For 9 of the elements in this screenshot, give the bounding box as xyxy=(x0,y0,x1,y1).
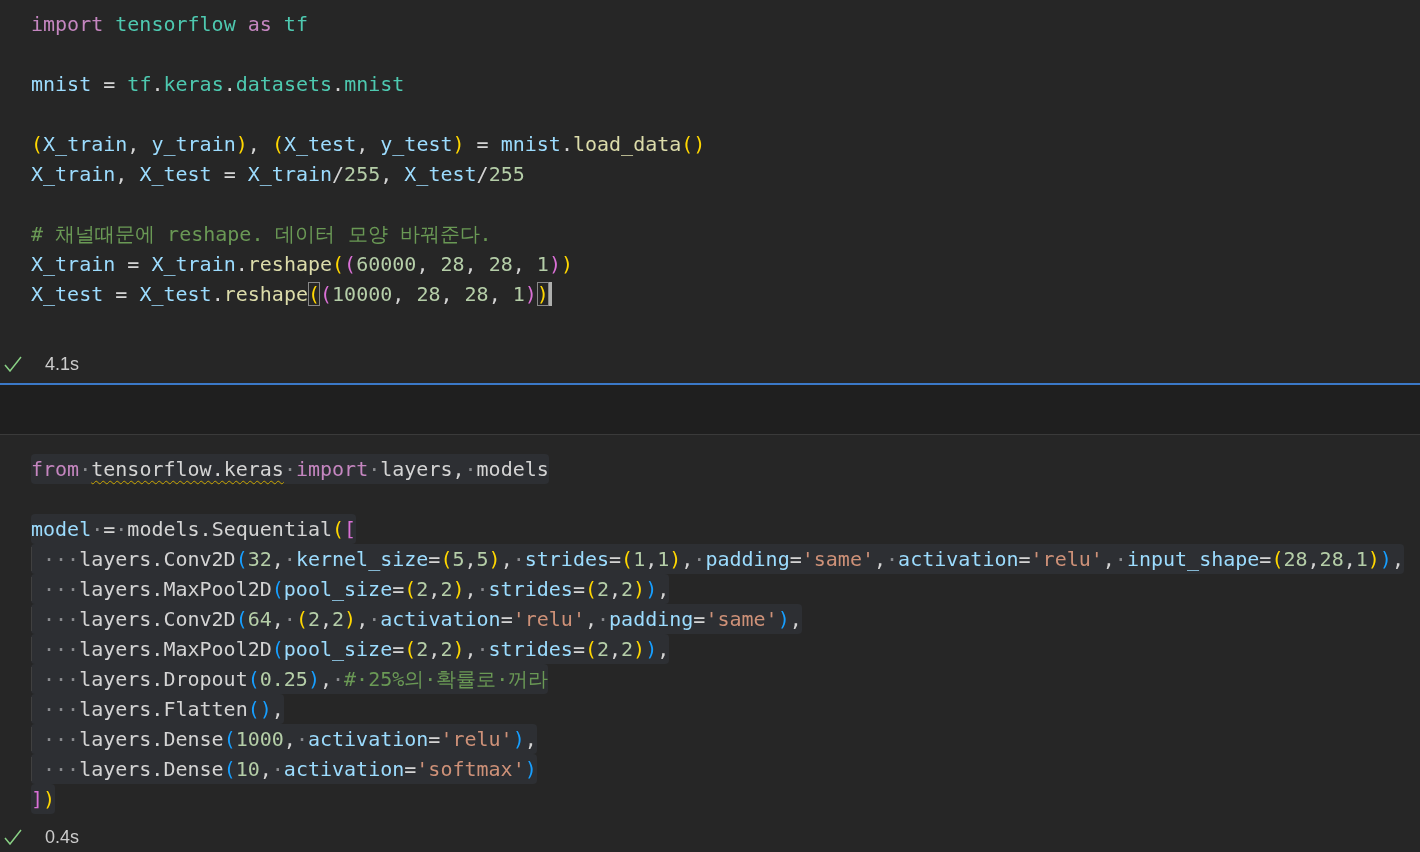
code-line: X_test = X_test.reshape((10000, 28, 28, 1)) xyxy=(31,281,549,308)
code-line: import tensorflow as tf xyxy=(31,11,308,38)
execution-time: 0.4s xyxy=(45,826,80,848)
code-line: # 채널때문에 reshape. 데이터 모양 바꿔준다. xyxy=(31,221,492,248)
code-line: mnist = tf.keras.datasets.mnist xyxy=(31,71,405,98)
code-line: X_train = X_train.reshape((60000, 28, 28, 1)) xyxy=(31,251,573,278)
execution-time: 4.1s xyxy=(45,353,80,375)
code-line: X_train, X_test = X_train/255, X_test/255 xyxy=(31,161,525,188)
code-line: (X_train, y_train), (X_test, y_test) = mnist.load_data() xyxy=(31,131,706,158)
